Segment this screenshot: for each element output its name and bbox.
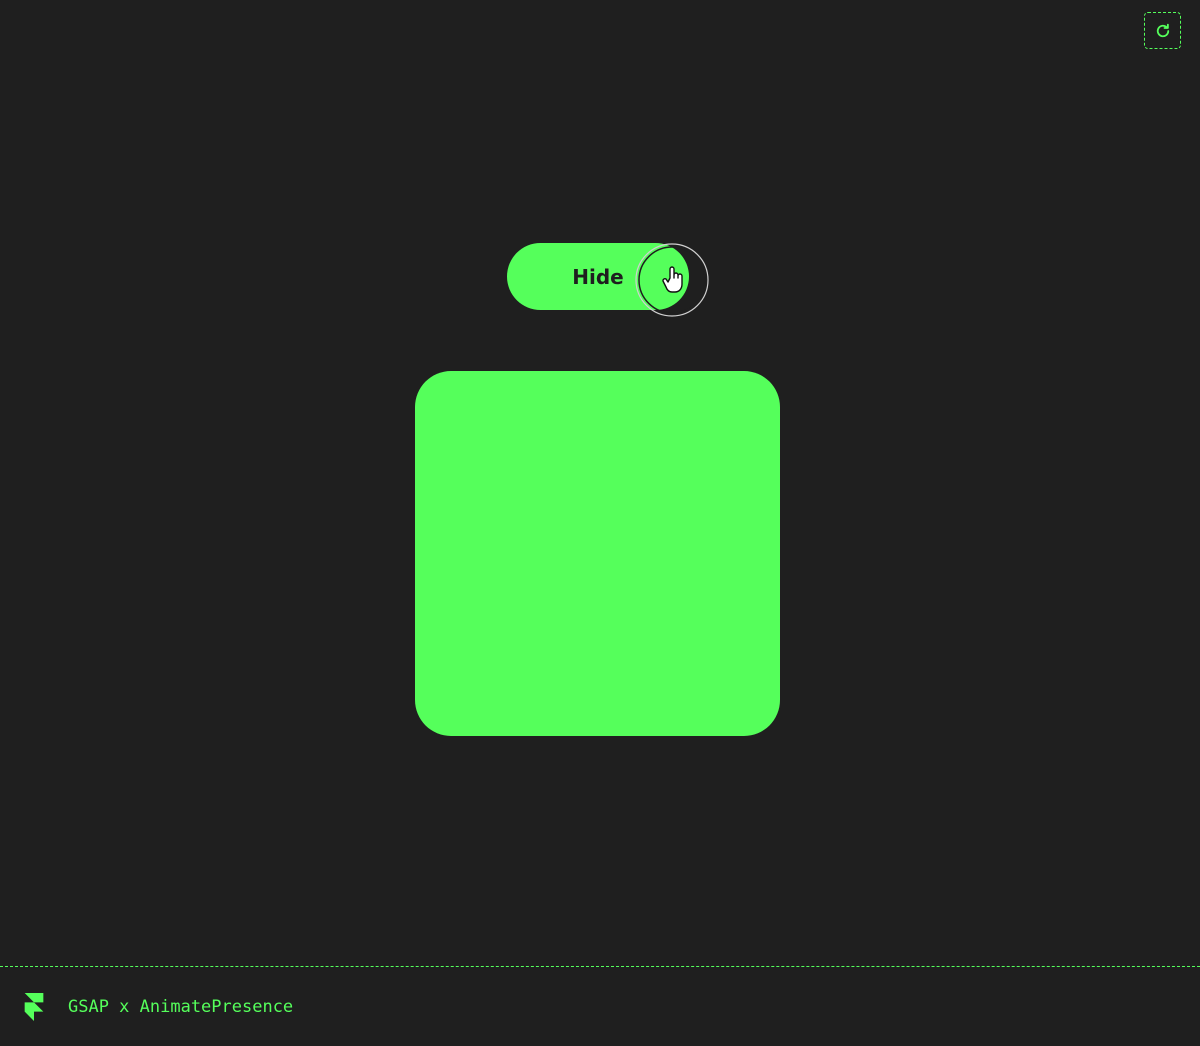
hide-button[interactable]: Hide (507, 243, 689, 310)
demo-stage: Hide (0, 0, 1200, 966)
animated-box (415, 371, 780, 736)
framer-logo-icon (24, 992, 46, 1022)
refresh-button[interactable] (1144, 12, 1181, 49)
footer-title: GSAP x AnimatePresence (68, 996, 294, 1017)
footer-bar: GSAP x AnimatePresence (0, 966, 1200, 1046)
hide-button-label: Hide (572, 264, 624, 289)
refresh-icon (1156, 23, 1169, 37)
